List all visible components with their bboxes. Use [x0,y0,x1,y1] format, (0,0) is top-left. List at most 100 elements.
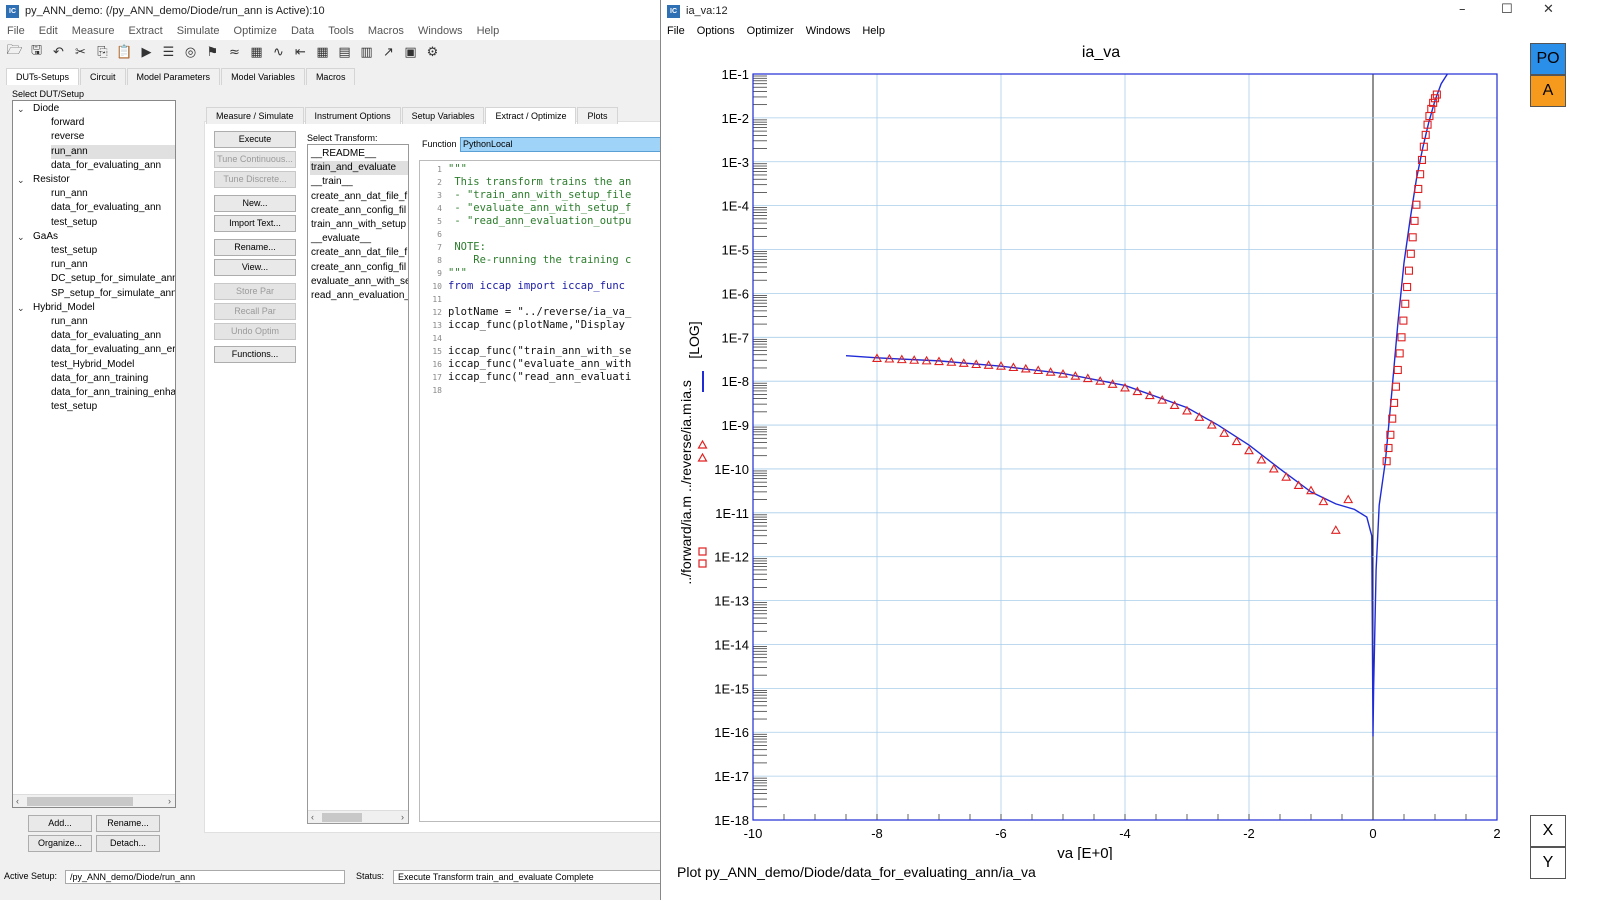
y-axis-button[interactable]: Y [1530,847,1566,879]
grid-icon[interactable]: ▦ [312,42,333,62]
dut-setup-tree[interactable]: ‹ › ⌄ Diode forward reverse run_ann data_for_… [12,100,176,808]
transform-item[interactable]: train_and_evaluate [310,161,408,176]
tree-item[interactable]: run_ann [51,187,88,201]
a-button[interactable]: A [1530,75,1566,107]
tree-item[interactable]: test_setup [51,244,97,258]
plot-menu-options[interactable]: Options [691,25,741,37]
scroll-thumb[interactable] [27,797,133,806]
ia-va-plot[interactable]: -10 -8 -6 -4 -2 0 2 1E-18 1E-17 1E-16 1E-15 1E-14 1E… [661,40,1600,860]
recall-par-button[interactable]: Recall Par [214,303,296,320]
scroll-right-icon[interactable]: › [401,811,404,823]
tree-group[interactable]: ⌄ Hybrid_Model [17,301,95,315]
plot-menu-optimizer[interactable]: Optimizer [741,25,800,37]
scroll-thumb[interactable] [322,813,362,822]
execute-button[interactable]: Execute [214,131,296,148]
tree-item[interactable]: data_for_evaluating_ann [51,159,161,173]
import-text-button[interactable]: Import Text... [214,215,296,232]
po-button[interactable]: PO [1530,43,1566,75]
tree-group[interactable]: ⌄ Diode [17,102,59,116]
menu-edit[interactable]: Edit [32,25,65,37]
transform-item[interactable]: create_ann_dat_file_f [310,190,408,204]
calc-icon[interactable]: ▦ [246,42,267,62]
tab-plots[interactable]: Plots [577,107,618,124]
menu-measure[interactable]: Measure [65,25,122,37]
chevron-down-icon[interactable]: ⌄ [17,173,25,187]
grid-edit-icon[interactable]: ▤ [334,42,355,62]
menu-data[interactable]: Data [284,25,321,37]
scroll-left-icon[interactable]: ‹ [16,795,19,807]
chevron-down-icon[interactable]: ⌄ [17,301,25,315]
menu-extract[interactable]: Extract [122,25,170,37]
tree-item[interactable]: run_ann [51,315,88,329]
run-icon[interactable]: ▶ [136,42,157,62]
curve-icon[interactable]: ∿ [268,42,289,62]
rename-button[interactable]: Rename... [214,239,296,256]
add-button[interactable]: Add... [28,815,92,832]
transform-item[interactable]: read_ann_evaluation_ [310,289,408,303]
menu-simulate[interactable]: Simulate [170,25,227,37]
tree-group[interactable]: ⌄ Resistor [17,173,70,187]
list-icon[interactable]: ☰ [158,42,179,62]
x-axis-button[interactable]: X [1530,815,1566,847]
tab-model-variables[interactable]: Model Variables [221,68,305,85]
menu-macros[interactable]: Macros [361,25,411,37]
view-button[interactable]: View... [214,259,296,276]
new-button[interactable]: New... [214,195,296,212]
chevron-down-icon[interactable]: ⌄ [17,230,25,244]
window-icon[interactable]: ▣ [400,42,421,62]
tree-item[interactable]: data_for_ann_training_enha [51,386,175,400]
tree-item[interactable]: test_setup [51,216,97,230]
chevron-down-icon[interactable]: ⌄ [17,102,25,116]
tree-item[interactable]: test_Hybrid_Model [51,358,134,372]
menu-optimize[interactable]: Optimize [227,25,284,37]
cut-icon[interactable]: ✂ [70,42,91,62]
gear-icon[interactable]: ⚙ [422,42,443,62]
transform-horizontal-scrollbar[interactable]: ‹ › [308,810,408,823]
tree-group[interactable]: ⌄ GaAs [17,230,58,244]
menu-help[interactable]: Help [470,25,507,37]
paste-icon[interactable]: 📋 [114,42,135,62]
transform-list[interactable]: ‹ › __README__ train_and_evaluate __train_… [307,144,409,824]
open-icon[interactable]: 🗁 [4,42,25,62]
tab-circuit[interactable]: Circuit [80,68,126,85]
tree-item[interactable]: data_for_evaluating_ann [51,329,161,343]
maximize-icon[interactable]: ☐ [1501,2,1513,17]
plot-icon[interactable]: ≈ [224,42,245,62]
minimize-icon[interactable]: – [1459,2,1466,17]
tree-item[interactable]: data_for_evaluating_ann [51,201,161,215]
transform-item[interactable]: __evaluate__ [310,232,408,246]
tree-horizontal-scrollbar[interactable]: ‹ › [13,794,175,807]
menu-tools[interactable]: Tools [321,25,361,37]
save-icon[interactable]: 🖫 [26,42,47,62]
tree-item[interactable]: run_ann [51,144,175,159]
menu-file[interactable]: File [0,25,32,37]
scroll-right-icon[interactable]: › [168,795,171,807]
transform-item[interactable]: evaluate_ann_with_se [310,275,408,289]
tree-item[interactable]: SP_setup_for_simulate_ann [51,287,175,301]
rename-setup-button[interactable]: Rename... [96,815,160,832]
functions-button[interactable]: Functions... [214,346,296,363]
tab-extract-optimize[interactable]: Extract / Optimize [485,107,577,124]
undo-icon[interactable]: ↶ [48,42,69,62]
tune-discrete-button[interactable]: Tune Discrete... [214,171,296,188]
tab-duts-setups[interactable]: DUTs-Setups [6,68,80,85]
chart-up-icon[interactable]: ↗ [378,42,399,62]
plot-menu-windows[interactable]: Windows [800,25,857,37]
store-par-button[interactable]: Store Par [214,283,296,300]
detach-button[interactable]: Detach... [96,835,160,852]
arrow-left-icon[interactable]: ⇤ [290,42,311,62]
close-icon[interactable]: ✕ [1543,2,1554,17]
tree-item[interactable]: forward [51,116,84,130]
tab-setup-variables[interactable]: Setup Variables [401,107,485,124]
tab-model-parameters[interactable]: Model Parameters [126,68,221,85]
transform-item[interactable]: __train__ [310,175,408,189]
tree-item[interactable]: test_setup [51,400,97,414]
tune-continuous-button[interactable]: Tune Continuous... [214,151,296,168]
transform-item[interactable]: create_ann_dat_file_f [310,246,408,260]
menu-windows[interactable]: Windows [411,25,470,37]
tree-item[interactable]: DC_setup_for_simulate_ann [51,272,175,286]
scroll-left-icon[interactable]: ‹ [311,811,314,823]
code-editor[interactable]: 1 """ 2 This transform trains the an 3 - "t… [419,160,672,822]
target-icon[interactable]: ◎ [180,42,201,62]
transform-item[interactable]: create_ann_config_fil [310,204,408,218]
